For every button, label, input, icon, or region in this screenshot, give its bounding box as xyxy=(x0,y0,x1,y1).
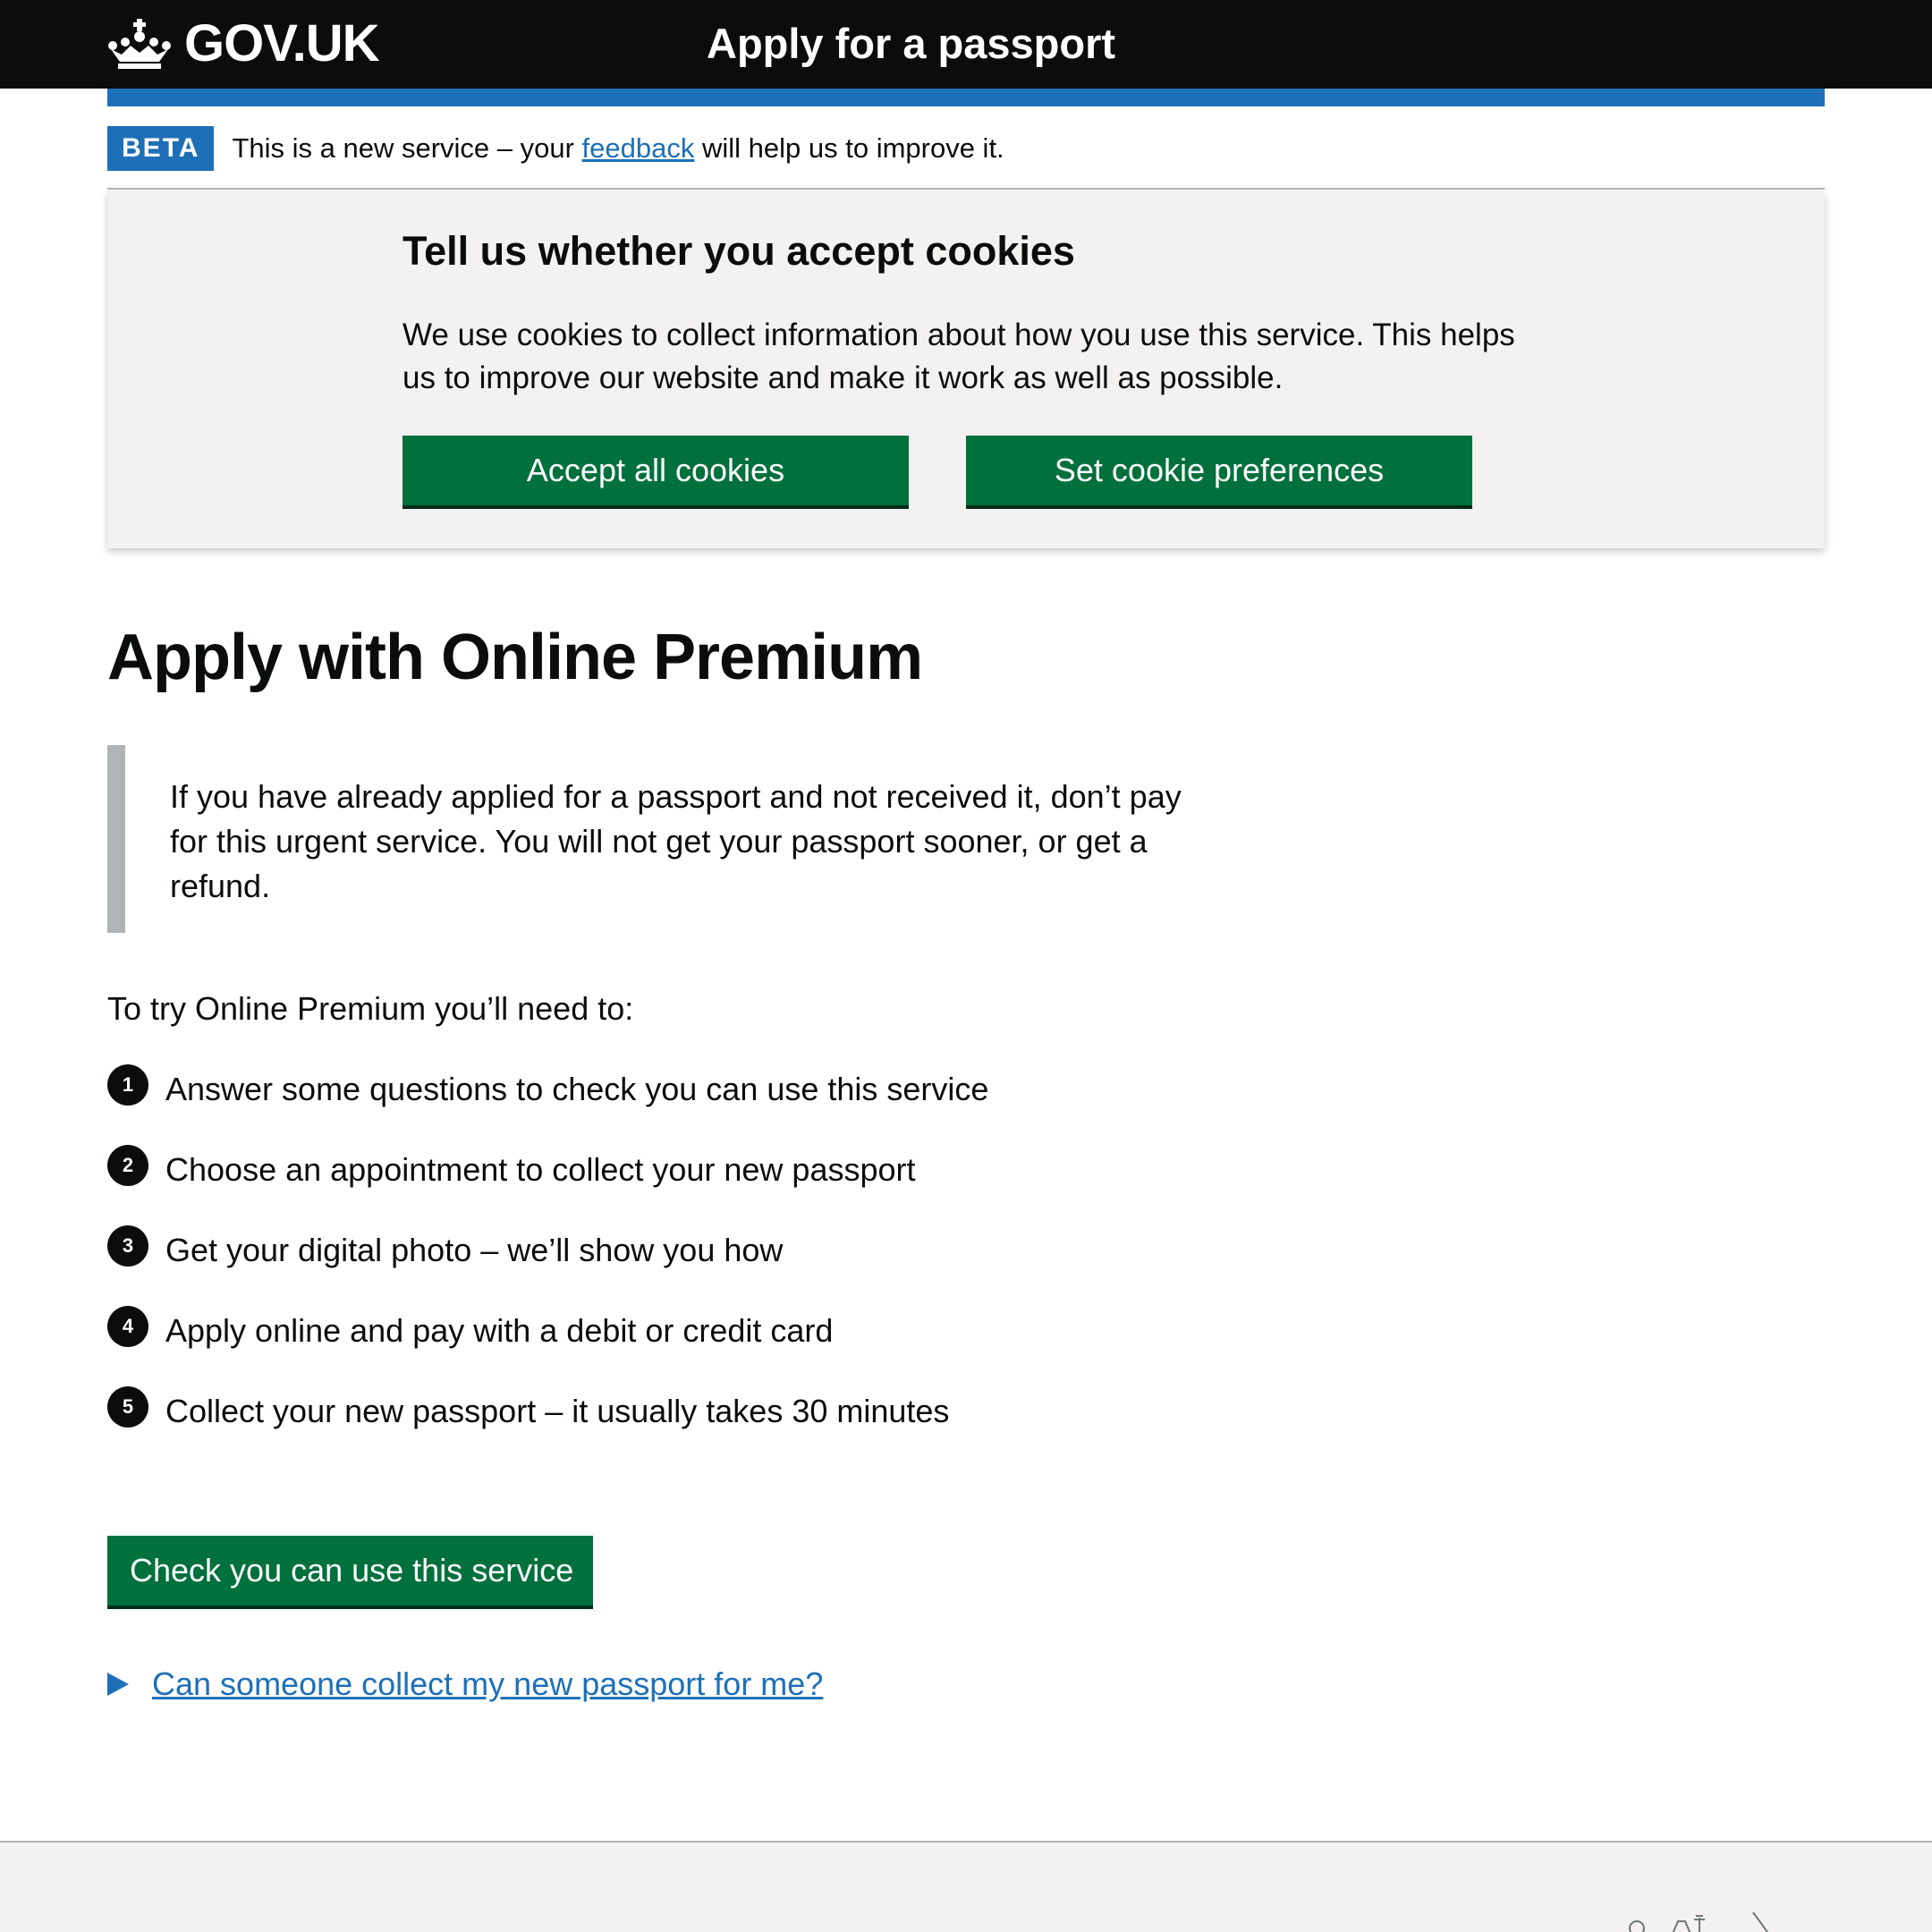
royal-coat-of-arms-icon xyxy=(1629,1912,1768,1932)
cookie-banner-heading: Tell us whether you accept cookies xyxy=(402,228,1075,274)
cookie-banner: Tell us whether you accept cookies We us… xyxy=(107,191,1825,548)
disclosure-triangle-icon[interactable] xyxy=(107,1673,129,1696)
step-text: Answer some questions to check you can u… xyxy=(165,1071,989,1107)
govuk-logo-link[interactable]: GOV.UK xyxy=(107,14,379,72)
phase-banner: BETA This is a new service – your feedba… xyxy=(107,126,1825,190)
phase-text-before: This is a new service – your xyxy=(232,132,582,164)
page-title: Apply with Online Premium xyxy=(107,622,923,693)
header-blue-bar xyxy=(107,89,1825,106)
cookie-banner-text: We use cookies to collect information ab… xyxy=(402,318,1515,395)
phase-banner-text: This is a new service – your feedback wi… xyxy=(232,126,1004,171)
site-header: GOV.UK Apply for a passport xyxy=(0,0,1932,89)
inset-text-block: If you have already applied for a passpo… xyxy=(107,745,1199,933)
step-text: Apply online and pay with a debit or cre… xyxy=(165,1312,834,1349)
phase-text-after: will help us to improve it. xyxy=(694,132,1004,164)
check-service-button[interactable]: Check you can use this service xyxy=(107,1536,593,1606)
step-number-badge: 5 xyxy=(107,1386,148,1428)
steps-intro: To try Online Premium you’ll need to: xyxy=(107,990,634,1027)
step-number-badge: 1 xyxy=(107,1064,148,1106)
feedback-link[interactable]: feedback xyxy=(582,132,695,164)
step-number-badge: 2 xyxy=(107,1145,148,1186)
collect-passport-link[interactable]: Can someone collect my new passport for … xyxy=(152,1659,823,1709)
step-number-badge: 4 xyxy=(107,1306,148,1347)
service-name-link[interactable]: Apply for a passport xyxy=(707,16,1115,72)
details-toggle[interactable]: Can someone collect my new passport for … xyxy=(107,1659,823,1709)
cookie-preferences-button[interactable]: Set cookie preferences xyxy=(966,436,1472,505)
inset-text: If you have already applied for a passpo… xyxy=(170,778,1182,904)
site-footer xyxy=(0,1841,1932,1932)
step-text: Collect your new passport – it usually t… xyxy=(165,1393,950,1429)
accept-cookies-button[interactable]: Accept all cookies xyxy=(402,436,909,505)
crown-icon xyxy=(108,19,171,69)
step-text: Get your digital photo – we’ll show you … xyxy=(165,1232,784,1268)
step-number-badge: 3 xyxy=(107,1225,148,1267)
step-text: Choose an appointment to collect your ne… xyxy=(165,1151,916,1188)
logo-text: GOV.UK xyxy=(184,14,379,72)
beta-tag: BETA xyxy=(107,126,215,171)
